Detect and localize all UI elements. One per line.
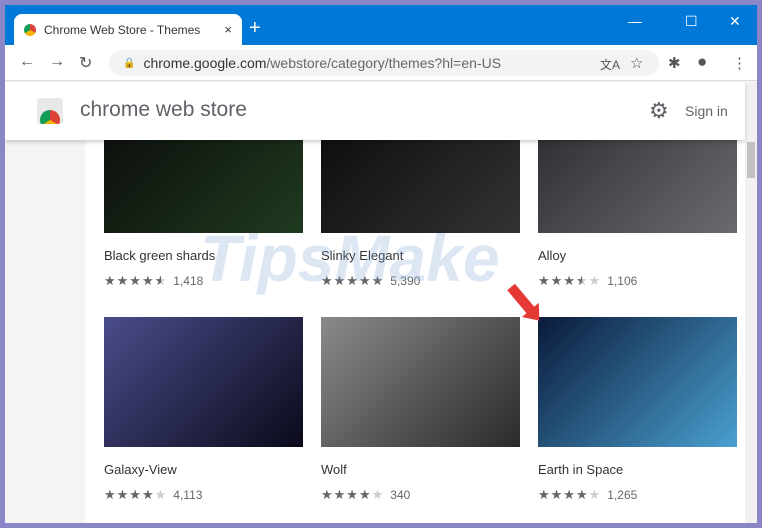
url-host: chrome.google.com <box>143 55 267 71</box>
star-rating-icon: ★★★★★★★★★★ <box>538 273 602 288</box>
theme-card[interactable]: Wolf ★★★★★★★★★★ 340 <box>321 317 520 503</box>
theme-rating: ★★★★★★★★★★ 1,265 <box>538 487 737 503</box>
extensions-puzzle-icon[interactable]: ✱ <box>668 54 681 72</box>
star-rating-icon: ★★★★★★★★★★ <box>321 487 385 502</box>
theme-thumbnail[interactable] <box>104 317 303 447</box>
close-window-button[interactable]: ✕ <box>729 13 741 30</box>
star-rating-icon: ★★★★★★★★★★ <box>104 487 168 502</box>
theme-card[interactable]: Galaxy-View ★★★★★★★★★★ 4,113 <box>104 317 303 503</box>
profile-avatar-icon[interactable]: ● <box>697 52 707 72</box>
forward-button[interactable]: → <box>49 53 65 71</box>
more-menu-icon[interactable]: ⋮ <box>732 54 747 72</box>
theme-name[interactable]: Slinky Elegant <box>321 248 520 263</box>
themes-grid: Black green shards ★★★★★ ★★★★★ 1,418 Slink… <box>5 103 745 523</box>
rating-count: 1,106 <box>607 274 638 288</box>
minimize-button[interactable]: — <box>628 13 642 29</box>
chrome-web-store-favicon-icon <box>24 23 36 36</box>
theme-card[interactable]: Earth in Space ★★★★★★★★★★ 1,265 <box>538 317 737 503</box>
store-header: chrome web store ⚙ Sign in <box>5 82 745 140</box>
lock-icon: 🔒 <box>123 57 136 69</box>
rating-count: 4,113 <box>173 488 203 502</box>
back-button[interactable]: ← <box>19 53 35 71</box>
title-bar: Chrome Web Store - Themes × + — ☐ ✕ <box>5 5 757 45</box>
address-bar[interactable]: 🔒 chrome.google.com/webstore/category/th… <box>109 50 659 76</box>
rating-count: 5,390 <box>390 274 421 288</box>
theme-thumbnail[interactable] <box>321 317 520 447</box>
theme-name[interactable]: Alloy <box>538 248 737 263</box>
rating-count: 340 <box>390 488 411 502</box>
theme-rating: ★★★★★★★★★★ 4,113 <box>104 487 303 503</box>
theme-rating: ★★★★★★★★★★ 1,106 <box>538 273 737 289</box>
tab-chrome-web-store[interactable]: Chrome Web Store - Themes × <box>14 14 242 45</box>
rating-count: 1,418 <box>173 274 204 288</box>
theme-rating: ★★★★★ ★★★★★ 1,418 <box>104 273 303 289</box>
browser-window: Chrome Web Store - Themes × + — ☐ ✕ ← → … <box>5 5 757 523</box>
left-sidebar <box>5 140 85 523</box>
url-path: /webstore/category/themes?hl=en-US <box>266 55 502 71</box>
theme-name[interactable]: Galaxy-View <box>104 462 303 477</box>
scrollbar-thumb[interactable] <box>747 142 755 178</box>
maximize-button[interactable]: ☐ <box>685 13 698 30</box>
chrome-web-store-logo-icon[interactable] <box>37 98 63 124</box>
tab-close-icon[interactable]: × <box>224 22 232 37</box>
rating-count: 1,265 <box>607 488 638 502</box>
translate-icon[interactable]: 文A <box>600 56 620 73</box>
theme-name[interactable]: Wolf <box>321 462 520 477</box>
tab-title: Chrome Web Store - Themes <box>44 22 201 37</box>
star-rating-icon: ★★★★★★★★★★ <box>104 273 168 288</box>
star-rating-icon: ★★★★★★★★★★ <box>538 487 602 502</box>
theme-thumbnail[interactable] <box>538 317 737 447</box>
gear-icon[interactable]: ⚙ <box>649 98 669 124</box>
browser-toolbar: ← → ↻ 🔒 chrome.google.com/webstore/categ… <box>5 45 757 81</box>
star-rating-icon: ★★★★★★★★★★ <box>321 273 385 288</box>
theme-rating: ★★★★★★★★★★ 340 <box>321 487 520 503</box>
theme-rating: ★★★★★ ★★★★★ 5,390 <box>321 273 520 289</box>
theme-name[interactable]: Black green shards <box>104 248 303 263</box>
bookmark-star-icon[interactable]: ☆ <box>630 54 643 72</box>
store-brand-title[interactable]: chrome web store <box>80 98 247 122</box>
sign-in-link[interactable]: Sign in <box>685 103 728 119</box>
theme-name[interactable]: Earth in Space <box>538 462 737 477</box>
reload-button[interactable]: ↻ <box>79 53 92 73</box>
new-tab-button[interactable]: + <box>249 17 261 40</box>
scrollbar[interactable] <box>745 82 757 523</box>
